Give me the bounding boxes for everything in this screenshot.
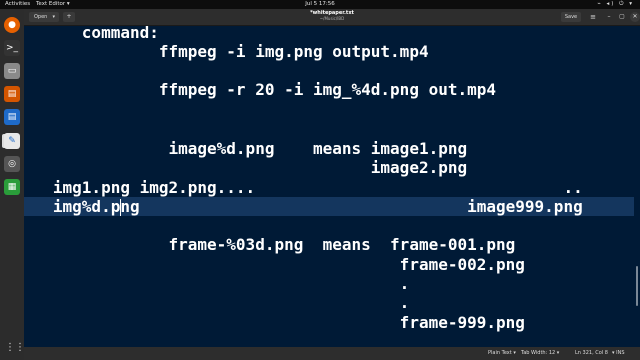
close-icon[interactable]: ✕	[630, 12, 640, 22]
top-bar: Activities Text Editor ▾ Jul 5 17:56 ⌁ ◂…	[0, 0, 640, 9]
text-editor-area[interactable]: command: ffmpeg -i img.png output.mp4 ff…	[24, 26, 634, 347]
dock: ● >_ ▭ ▤ ▤ ✎ ◎ ▦	[0, 9, 24, 360]
editor-line[interactable]: frame-002.png	[24, 255, 634, 274]
editor-line[interactable]: img1.png img2.png.... ..	[24, 178, 634, 197]
editor-line[interactable]: frame-%03d.png means frame-001.png	[24, 235, 634, 254]
editor-line[interactable]	[24, 61, 634, 80]
insert-mode[interactable]: ▾ INS	[612, 347, 625, 360]
editor-line[interactable]: ffmpeg -r 20 -i img_%4d.png out.mp4	[24, 80, 634, 99]
tab-width-selector[interactable]: Tab Width: 12 ▾	[521, 347, 559, 360]
settings-icon[interactable]: ◎	[4, 156, 20, 172]
editor-line[interactable]: .	[24, 274, 634, 293]
terminal-icon[interactable]: >_	[4, 40, 20, 56]
cursor-position[interactable]: Ln 321, Col 8	[575, 347, 608, 360]
editor-line[interactable]	[24, 118, 634, 137]
window-subtitle: ~/Music/IBD	[319, 16, 345, 21]
system-tray[interactable]: ⌁ ◂) ⏻ ▾	[597, 0, 634, 9]
clock[interactable]: Jul 5 17:56	[0, 0, 640, 9]
current-line[interactable]: img%d.png image999.png	[24, 197, 634, 216]
hamburger-menu-icon[interactable]: ≡	[587, 12, 599, 22]
editor-line[interactable]	[24, 99, 634, 118]
editor-line[interactable]: .	[24, 293, 634, 312]
editor-line[interactable]	[24, 216, 634, 235]
writer-icon[interactable]: ▤	[4, 109, 20, 125]
editor-line[interactable]: frame-999.png	[24, 313, 634, 332]
firefox-icon[interactable]: ●	[4, 17, 20, 33]
show-applications-icon[interactable]: ⋮⋮⋮	[5, 341, 35, 355]
save-button[interactable]: Save	[561, 12, 581, 22]
files-icon[interactable]: ▭	[4, 63, 20, 79]
scrollbar[interactable]	[634, 26, 640, 347]
editor-line[interactable]: image%d.png means image1.png	[24, 139, 634, 158]
calc-icon[interactable]: ▦	[4, 179, 20, 195]
editor-line[interactable]: image2.png	[24, 158, 634, 177]
document-viewer-icon[interactable]: ▤	[4, 86, 20, 102]
maximize-icon[interactable]: ▢	[617, 12, 627, 22]
text-cursor	[120, 199, 121, 216]
header-bar: Open ▾ + *whitepaper.txt ~/Music/IBD Sav…	[24, 9, 640, 26]
editor-line[interactable]: ffmpeg -i img.png output.mp4	[24, 42, 634, 61]
language-selector[interactable]: Plain Text ▾	[488, 347, 516, 360]
text-editor-icon[interactable]: ✎	[4, 133, 20, 149]
minimize-icon[interactable]: –	[604, 12, 614, 22]
scrollbar-thumb[interactable]	[636, 266, 638, 306]
editor-line[interactable]: command:	[24, 26, 634, 42]
status-bar: Plain Text ▾ Tab Width: 12 ▾ Ln 321, Col…	[24, 347, 640, 360]
